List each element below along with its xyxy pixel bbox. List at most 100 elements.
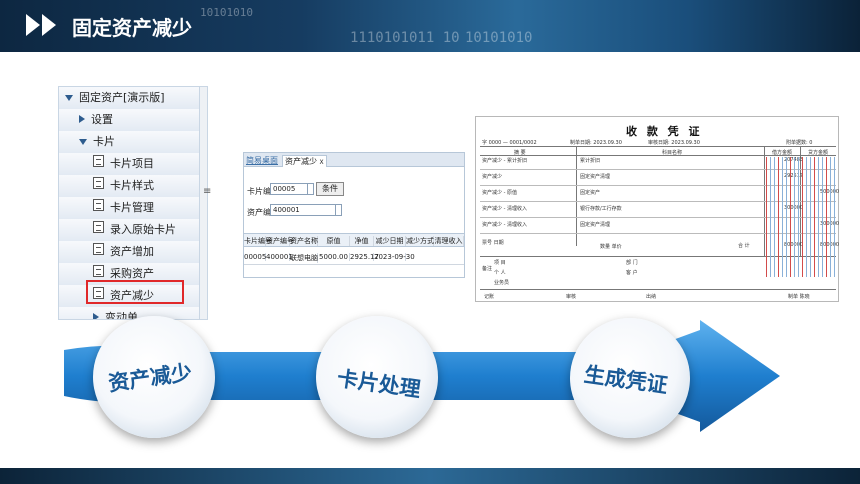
asset-no-picker[interactable] (335, 204, 342, 216)
grid-line (770, 157, 771, 277)
tree-item-card-items[interactable]: 卡片项目 (59, 153, 201, 175)
footer-bar (0, 468, 860, 484)
column-header: 减少方式 (406, 236, 434, 246)
voucher-summary: 资产减少 - 清理收入 (482, 206, 527, 212)
tab-simple-desktop[interactable]: 简易桌面 (246, 155, 278, 166)
grid-line (818, 157, 819, 277)
remark-label: 备注 (482, 266, 493, 272)
tab-asset-decrease[interactable]: 资产减少 X (282, 155, 327, 167)
tree-item-label: 录入原始卡片 (110, 223, 176, 236)
voucher-subject: 固定资产清理 (580, 222, 611, 228)
card-no-picker[interactable] (307, 183, 314, 195)
column-header: 清理收入 (434, 236, 464, 246)
tree-item-card-manage[interactable]: 卡片管理 (59, 197, 201, 219)
tab-bar: 简易桌面 资产减少 X (244, 153, 464, 167)
tree-item-label: 卡片项目 (110, 157, 154, 170)
tree-item-label: 采购资产 (110, 267, 154, 280)
grid-line (802, 157, 803, 277)
card-no-field[interactable]: 00005 (270, 183, 308, 195)
grid-line (798, 157, 799, 277)
grid-line (834, 157, 835, 277)
table-cell: 400001 (266, 253, 293, 261)
asset-no-field[interactable]: 400001 (270, 204, 336, 216)
page-title: 固定资产减少 (72, 16, 192, 40)
footer-preparer: 制单 陈晓 (788, 294, 810, 300)
table-cell: 00005 (244, 253, 267, 261)
tree-item-card[interactable]: 卡片 (59, 131, 201, 153)
divider (480, 146, 836, 147)
tree-scrollbar[interactable] (199, 87, 207, 319)
voucher-attachments: 附单据数: 0 (786, 140, 813, 146)
grid-line (790, 157, 791, 277)
footer-bookkeeper: 记账 (484, 294, 495, 300)
document-icon (93, 243, 104, 255)
project-label: 项 目 (494, 260, 506, 266)
document-icon (93, 221, 104, 233)
table-cell: 2925.17 (350, 253, 379, 261)
column-header: 原值 (318, 236, 350, 246)
document-icon (93, 265, 104, 277)
tree-item-label: 卡片 (93, 135, 115, 148)
grid-line (766, 157, 767, 277)
document-icon (93, 199, 104, 211)
expand-triangle-icon (65, 95, 73, 101)
splitter-handle-icon[interactable]: ≡ (203, 186, 211, 197)
voucher-subject: 累计折旧 (580, 158, 601, 164)
column-header: 资产名称 (290, 236, 318, 246)
voucher-summary: 资产减少 - 清理收入 (482, 222, 527, 228)
voucher-summary: 资产减少 (482, 174, 503, 180)
tree-item-enter-original-card[interactable]: 录入原始卡片 (59, 219, 201, 241)
tree-item-card-style[interactable]: 卡片样式 (59, 175, 201, 197)
divider (480, 155, 836, 156)
column-header: 资产编号 (266, 236, 294, 246)
amount-grid-lines (766, 157, 838, 277)
dept-label: 部 门 (626, 260, 638, 266)
voucher-number: 字 0000 — 0001/0002 (482, 140, 537, 146)
asset-decrease-window: 简易桌面 资产减少 X 卡片编号 00005 条件 资产编号 400001 卡片… (243, 152, 465, 278)
chevron-icon (42, 14, 56, 36)
binary-decoration: 10101010 (200, 6, 253, 19)
voucher-summary: 资产减少 - 累计折旧 (482, 158, 527, 164)
grid-line (782, 157, 783, 277)
tree-item-asset-increase[interactable]: 资产增加 (59, 241, 201, 263)
binary-decoration: 10101010 (465, 30, 533, 46)
column-header: 净值 (350, 236, 374, 246)
voucher-summary: 资产减少 - 原值 (482, 190, 517, 196)
table-row[interactable]: 00005 400001 联想电脑 5000.00 2925.17 2023-0… (244, 251, 464, 265)
table-cell: 联想电脑 (290, 253, 318, 263)
grid-line (814, 157, 815, 277)
close-icon[interactable]: X (320, 159, 324, 166)
voucher-subject: 固定资产清理 (580, 174, 611, 180)
grid-line (830, 157, 831, 277)
collapse-triangle-icon (79, 115, 85, 123)
person-label: 个 人 (494, 270, 506, 276)
grid-line (806, 157, 807, 277)
condition-button[interactable]: 条件 (316, 182, 344, 196)
grid-line (778, 157, 779, 277)
binary-decoration: 1110101011 10 (350, 30, 460, 46)
tree-item-fixed-assets[interactable]: 固定资产[演示版] (59, 87, 201, 109)
grid-line (826, 157, 827, 277)
grid-line (810, 157, 811, 277)
voucher-date: 制单日期: 2023.09.30 (570, 140, 622, 146)
tab-label: 资产减少 (285, 157, 317, 166)
table-cell: 5000.00 (318, 253, 350, 261)
voucher-subject: 银行存款/工行存款 (580, 206, 622, 212)
tree-item-settings[interactable]: 设置 (59, 109, 201, 131)
voucher-audit-date: 审核日期: 2023.09.30 (648, 140, 700, 146)
divider (480, 289, 836, 290)
document-icon (93, 177, 104, 189)
voucher-title: 收 款 凭 证 (626, 125, 703, 138)
receipt-voucher: 收 款 凭 证 字 0000 — 0001/0002 制单日期: 2023.09… (475, 116, 839, 302)
voucher-subject: 固定资产 (580, 190, 601, 196)
customer-label: 客 户 (626, 270, 638, 276)
grid-line (774, 157, 775, 277)
footer-auditor: 审核 (566, 294, 577, 300)
column-header: 卡片编号 (244, 236, 272, 246)
total-label: 合 计 (738, 243, 750, 249)
tree-item-label: 卡片样式 (110, 179, 154, 192)
grid-header: 卡片编号 资产编号 资产名称 原值 净值 减少日期 减少方式 清理收入 (244, 233, 464, 247)
tree-item-label: 固定资产[演示版] (79, 91, 165, 104)
tree-item-label: 卡片管理 (110, 201, 154, 214)
divider (576, 146, 577, 246)
